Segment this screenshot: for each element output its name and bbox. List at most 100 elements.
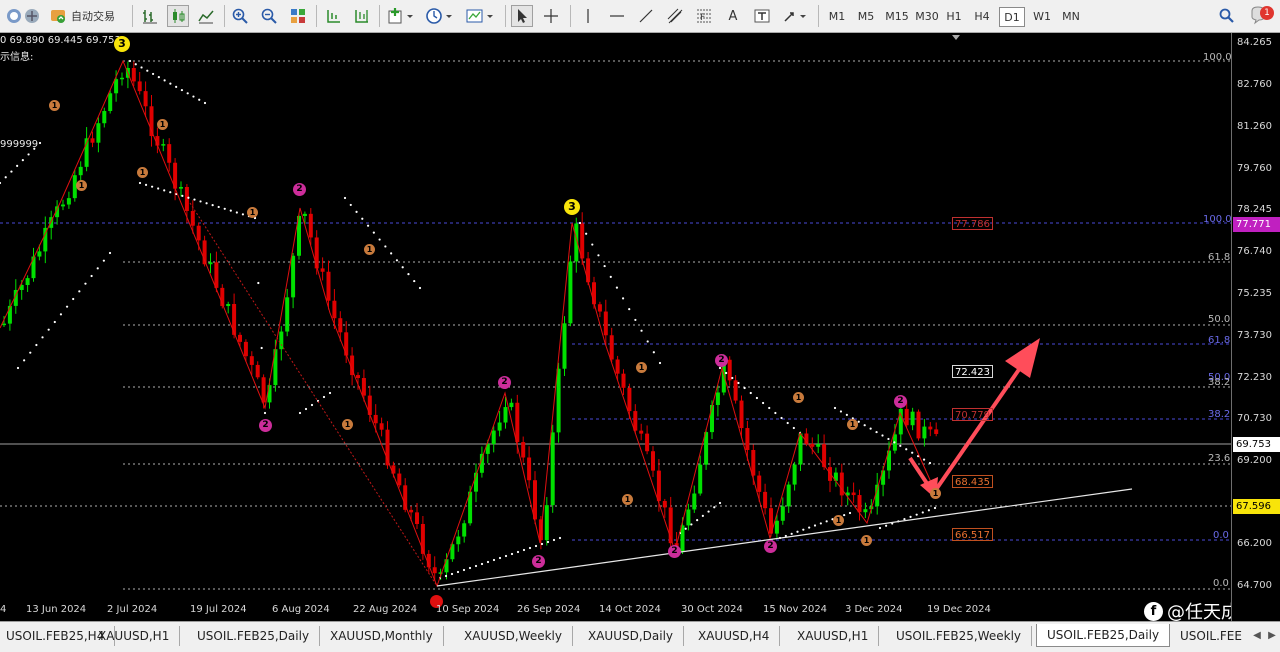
search-icon[interactable] xyxy=(1216,5,1238,27)
chart-tab-bar: USOIL.FEB25,H4 XAUUSD,H1 USOIL.FEB25,Dai… xyxy=(0,621,1280,652)
sar-dot xyxy=(845,413,848,416)
chart-tab[interactable]: XAUUSD,H1 xyxy=(88,626,181,646)
bar-chart-icon[interactable] xyxy=(139,5,161,27)
candle-body xyxy=(373,414,378,424)
templates-menu-icon[interactable] xyxy=(463,5,497,27)
candle-body xyxy=(786,484,791,507)
zoom-out-icon[interactable] xyxy=(258,5,280,27)
sar-dot xyxy=(205,202,208,205)
tab-scroll-left-icon[interactable]: ◀ xyxy=(1250,627,1264,645)
sar-dot xyxy=(843,513,846,517)
timeframe-h4[interactable]: H4 xyxy=(969,7,995,27)
auto-trading-button[interactable]: 自动交易 xyxy=(46,5,126,27)
chart-tab[interactable]: XAUUSD,Weekly xyxy=(454,626,573,646)
sar-dot xyxy=(928,461,932,465)
sar-dot xyxy=(813,524,817,527)
candle-body xyxy=(279,331,284,350)
wave-marker-3: 3 xyxy=(114,36,130,52)
trendline-icon[interactable] xyxy=(635,5,657,27)
sar-dot xyxy=(41,336,44,339)
tab-scroll-right-icon[interactable]: ▶ xyxy=(1265,627,1279,645)
sar-dot xyxy=(298,411,302,415)
line-chart-icon[interactable] xyxy=(195,5,217,27)
auto-trading-label: 自动交易 xyxy=(71,10,115,23)
projection-arrow-up xyxy=(933,366,1022,493)
fibonacci-icon[interactable]: F xyxy=(693,5,715,27)
candle-body xyxy=(96,123,101,143)
candle-body xyxy=(568,261,573,324)
sar-dot xyxy=(899,444,902,447)
text-label-icon[interactable] xyxy=(751,5,773,27)
candle-body xyxy=(839,472,844,496)
candle-body xyxy=(31,256,36,279)
candle-body xyxy=(432,567,437,574)
price-marker-lower: 67.596 xyxy=(1233,499,1280,514)
crosshair-icon[interactable] xyxy=(540,5,562,27)
chart-tab[interactable]: XAUUSD,Daily xyxy=(578,626,685,646)
zoom-in-icon[interactable] xyxy=(229,5,251,27)
price-tick: 79.760 xyxy=(1237,163,1272,174)
timeframe-h1[interactable]: H1 xyxy=(941,7,967,27)
navigator-icon[interactable] xyxy=(22,5,42,27)
timeframe-w1[interactable]: W1 xyxy=(1028,7,1056,27)
sar-dot xyxy=(761,401,765,405)
auto-scroll-icon[interactable] xyxy=(322,5,344,27)
timeframe-m30[interactable]: M30 xyxy=(912,7,942,27)
chart-shift-icon[interactable] xyxy=(350,5,372,27)
sar-dot xyxy=(591,243,594,246)
chart-tab-active[interactable]: USOIL.FEB25,Daily xyxy=(1036,624,1171,647)
candle-body xyxy=(415,512,419,524)
wave-marker-1: 1 xyxy=(622,494,633,505)
horizontal-line-icon[interactable] xyxy=(606,5,628,27)
chart-canvas xyxy=(0,35,1231,590)
timeframe-m15[interactable]: M15 xyxy=(882,7,912,27)
timeframe-d1[interactable]: D1 xyxy=(999,7,1025,27)
sar-dot xyxy=(401,266,404,269)
candle-body xyxy=(137,81,142,92)
chart-tab[interactable]: USOIL.FEB25,Weekly xyxy=(886,626,1032,646)
price-tick: 76.740 xyxy=(1237,246,1272,257)
vertical-line-icon[interactable] xyxy=(577,5,599,27)
new-chart-icon[interactable] xyxy=(4,5,24,27)
auto-trading-icon xyxy=(51,10,65,23)
chart-tab[interactable]: XAUUSD,H1 xyxy=(787,626,880,646)
notifications-icon[interactable]: 1 xyxy=(1247,5,1275,27)
sar-dot xyxy=(198,98,201,101)
price-chart[interactable]: 0 69.890 69.445 69.753 示信息: 999999 3 3 2… xyxy=(0,33,1231,621)
text-tool-button[interactable]: A xyxy=(722,5,744,27)
chart-tab[interactable]: USOIL.FEB25,Daily xyxy=(187,626,321,646)
tile-windows-icon[interactable] xyxy=(287,5,309,27)
chart-tab[interactable]: XAUUSD,H4 xyxy=(688,626,781,646)
candlestick-chart-icon[interactable] xyxy=(167,5,189,27)
sar-dot xyxy=(47,328,50,331)
candle-body xyxy=(196,225,201,241)
candle-body xyxy=(497,422,502,431)
target-level-68: 68.435 xyxy=(952,475,993,488)
sar-dot xyxy=(144,183,148,186)
price-tick: 66.200 xyxy=(1237,538,1272,549)
sar-dot xyxy=(193,198,196,201)
timeframe-m1[interactable]: M1 xyxy=(824,7,850,27)
candle-body xyxy=(851,492,856,496)
candle-body xyxy=(308,213,313,238)
indicators-menu-icon[interactable] xyxy=(385,5,417,27)
chart-tab[interactable]: USOIL.FEE xyxy=(1170,626,1252,646)
cursor-icon[interactable] xyxy=(511,5,533,27)
price-tick: 82.760 xyxy=(1237,79,1272,90)
candle-body xyxy=(356,375,360,379)
timeframe-m5[interactable]: M5 xyxy=(853,7,879,27)
candle-body xyxy=(603,311,608,336)
sar-dot xyxy=(151,72,155,76)
sar-dot xyxy=(878,526,882,530)
periods-menu-icon[interactable] xyxy=(423,5,457,27)
sar-dot xyxy=(328,391,332,395)
arrows-menu-icon[interactable] xyxy=(780,5,812,27)
wave-marker-2: 2 xyxy=(764,540,777,553)
equidistant-channel-icon[interactable] xyxy=(664,5,686,27)
date-label: 6 Aug 2024 xyxy=(272,604,330,615)
candle-body xyxy=(409,509,414,513)
candle-body xyxy=(739,400,744,429)
timeframe-mn[interactable]: MN xyxy=(1057,7,1085,27)
chart-tab[interactable]: XAUUSD,Monthly xyxy=(320,626,444,646)
candle-body xyxy=(161,144,166,146)
